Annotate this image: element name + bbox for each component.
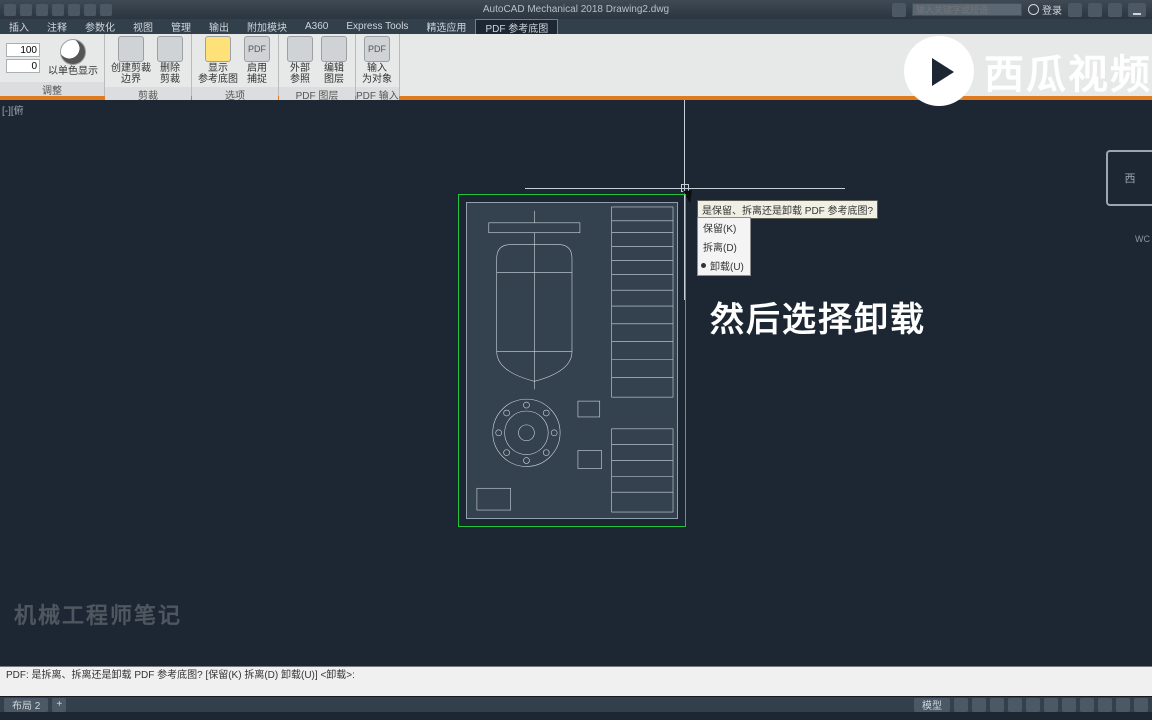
btn-import-object[interactable]: PDF 输入 为对象 xyxy=(362,36,392,85)
app-title: AutoCAD Mechanical 2018 Drawing2.dwg xyxy=(483,4,669,15)
status-btn[interactable] xyxy=(972,698,986,712)
titlebar-btn[interactable] xyxy=(1068,3,1082,17)
status-btn[interactable] xyxy=(1044,698,1058,712)
titlebar: AutoCAD Mechanical 2018 Drawing2.dwg 登录 xyxy=(0,0,1152,19)
status-btn[interactable] xyxy=(1098,698,1112,712)
btn-enable-snap[interactable]: PDF 启用 捕捉 xyxy=(242,36,272,85)
group-label: 剪裁 xyxy=(105,87,191,101)
status-btn[interactable] xyxy=(954,698,968,712)
btn-create-clip[interactable]: 创建剪裁 边界 xyxy=(111,36,151,85)
menu-item[interactable]: A360 xyxy=(296,19,337,34)
menu-item[interactable]: 插入 xyxy=(0,19,38,34)
option-keep[interactable]: 保留(K) xyxy=(698,218,750,237)
status-btn[interactable] xyxy=(1116,698,1130,712)
user-label: 登录 xyxy=(1042,2,1062,17)
qat-btn[interactable] xyxy=(100,4,112,16)
option-unload[interactable]: 卸载(U) xyxy=(698,256,750,275)
help-icon[interactable] xyxy=(1108,3,1122,17)
fade-input-top[interactable] xyxy=(6,43,40,57)
btn-edit-layer[interactable]: 编辑 图层 xyxy=(319,36,349,85)
qat-btn[interactable] xyxy=(4,4,16,16)
menu-item[interactable]: Express Tools xyxy=(337,19,417,34)
menu-item[interactable]: 精选应用 xyxy=(417,19,475,34)
ribbon-group-pdflayer: 外部 参照 编辑 图层 PDF 图层 xyxy=(279,34,356,96)
drawing-canvas[interactable]: [-][俯 西 WC xyxy=(0,100,1152,666)
group-label: PDF 图层 xyxy=(279,87,355,101)
qat-btn[interactable] xyxy=(84,4,96,16)
fade-controls xyxy=(6,43,40,73)
qat-btn[interactable] xyxy=(68,4,80,16)
menu-item[interactable]: 输出 xyxy=(200,19,238,34)
menu-item[interactable]: 视图 xyxy=(124,19,162,34)
pdf-import-icon: PDF xyxy=(364,36,390,62)
status-btn[interactable] xyxy=(1134,698,1148,712)
model-button[interactable]: 模型 xyxy=(914,698,950,712)
snap-icon: PDF xyxy=(244,36,270,62)
play-icon xyxy=(904,36,974,106)
bottom-watermark: 机械工程师笔记 xyxy=(14,598,182,630)
mechanical-drawing xyxy=(467,203,677,517)
qat-btn[interactable] xyxy=(52,4,64,16)
status-btn[interactable] xyxy=(990,698,1004,712)
ribbon-group-clip: 创建剪裁 边界 删除 剪裁 剪裁 xyxy=(105,34,192,96)
layer-edit-icon xyxy=(321,36,347,62)
group-label: PDF 输入 xyxy=(356,87,399,101)
status-btn[interactable] xyxy=(1062,698,1076,712)
minimize-button[interactable] xyxy=(1128,3,1146,17)
btn-mono[interactable]: 以单色显示 xyxy=(48,39,98,78)
menu-item[interactable]: 注释 xyxy=(38,19,76,34)
watermark-logo: 西瓜视频 xyxy=(904,36,1152,106)
fade-input-bottom[interactable] xyxy=(6,59,40,73)
ribbon-group-adjust: 以单色显示 调整 xyxy=(0,34,105,96)
annotation-overlay: 然后选择卸载 xyxy=(710,292,926,341)
wcs-label: WC xyxy=(1135,234,1150,244)
layout-tab[interactable]: 布局 2 xyxy=(4,698,48,712)
menu-item[interactable]: 参数化 xyxy=(76,19,124,34)
search-input[interactable] xyxy=(912,3,1022,16)
pdf-underlay[interactable] xyxy=(466,202,678,519)
user-icon xyxy=(1028,4,1039,15)
qat xyxy=(0,4,116,16)
viewport-label: [-][俯 xyxy=(2,102,24,117)
ribbon-group-pdfimport: PDF 输入 为对象 PDF 输入 xyxy=(356,34,400,96)
show-icon xyxy=(205,36,231,62)
contrast-icon xyxy=(60,39,86,65)
btn-xref[interactable]: 外部 参照 xyxy=(285,36,315,85)
option-popup: 保留(K) 拆离(D) 卸载(U) xyxy=(697,217,751,276)
viewcube[interactable]: 西 xyxy=(1106,150,1152,206)
qat-btn[interactable] xyxy=(36,4,48,16)
menu-item[interactable]: 附加模块 xyxy=(238,19,296,34)
add-layout-tab[interactable]: + xyxy=(52,698,66,712)
status-btn[interactable] xyxy=(1026,698,1040,712)
option-detach[interactable]: 拆离(D) xyxy=(698,237,750,256)
menu-item-selected[interactable]: PDF 参考底图 xyxy=(475,19,558,34)
qat-btn[interactable] xyxy=(20,4,32,16)
user-login[interactable]: 登录 xyxy=(1028,2,1062,17)
titlebar-btn[interactable] xyxy=(1088,3,1102,17)
btn-show-underlay[interactable]: 显示 参考底图 xyxy=(198,36,238,85)
command-line[interactable]: PDF: 是拆离、拆离还是卸载 PDF 参考底图? [保留(K) 拆离(D) 卸… xyxy=(0,666,1152,696)
group-label: 选项 xyxy=(192,87,278,101)
clip-create-icon xyxy=(118,36,144,62)
clip-delete-icon xyxy=(157,36,183,62)
menu-item[interactable]: 管理 xyxy=(162,19,200,34)
menubar: 插入 注释 参数化 视图 管理 输出 附加模块 A360 Express Too… xyxy=(0,19,1152,34)
xref-icon xyxy=(287,36,313,62)
titlebar-btn[interactable] xyxy=(892,3,906,17)
group-label: 调整 xyxy=(0,82,104,96)
watermark-text: 西瓜视频 xyxy=(984,42,1152,100)
btn-delete-clip[interactable]: 删除 剪裁 xyxy=(155,36,185,85)
status-btn[interactable] xyxy=(1080,698,1094,712)
status-bar: 布局 2 + 模型 xyxy=(0,696,1152,712)
status-btn[interactable] xyxy=(1008,698,1022,712)
cmd-current-line: PDF: 是拆离、拆离还是卸载 PDF 参考底图? [保留(K) 拆离(D) 卸… xyxy=(6,669,1146,682)
ribbon-group-options: 显示 参考底图 PDF 启用 捕捉 选项 xyxy=(192,34,279,96)
